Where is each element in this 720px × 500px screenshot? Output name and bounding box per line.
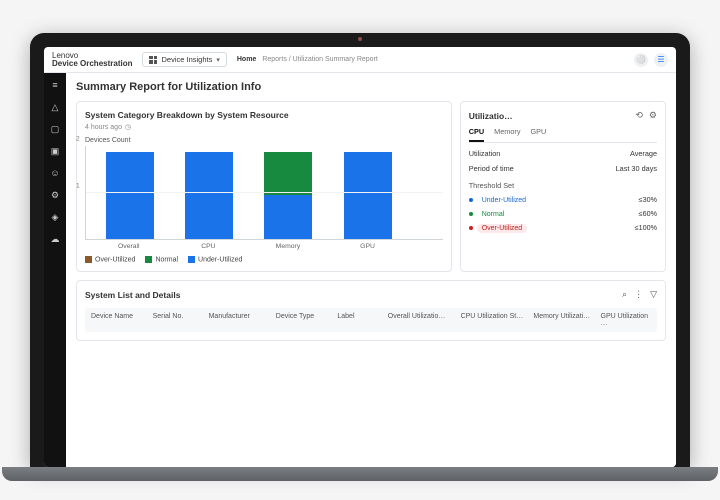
breadcrumb-home[interactable]: Home — [237, 56, 256, 63]
top-bar: Lenovo Device Orchestration Device Insig… — [44, 47, 676, 73]
x-tick: Memory — [248, 243, 328, 250]
chart-panel-title: System Category Breakdown by System Reso… — [85, 110, 443, 120]
filter-icon[interactable]: ▽ — [650, 289, 657, 300]
table-header[interactable]: Overall Utilizatio… — [388, 313, 461, 327]
x-tick: Overall — [89, 243, 169, 250]
monitor-icon[interactable]: ▢ — [49, 123, 61, 135]
chart-panel: System Category Breakdown by System Reso… — [76, 101, 452, 272]
notifications-icon[interactable]: ⚪ — [634, 53, 648, 67]
table-header[interactable]: CPU Utilization St… — [461, 313, 534, 327]
threshold-under-value: ≤30% — [639, 195, 657, 204]
threshold-under-label: Under-Utilized — [477, 196, 531, 205]
table-header[interactable]: Serial No. — [153, 313, 209, 327]
y-axis-label: Devices Count — [85, 137, 443, 144]
system-list-panel: System List and Details ⌕ ⋮ ▽ Device Nam… — [76, 280, 666, 341]
y-tick: 2 — [76, 136, 80, 143]
tab-gpu[interactable]: GPU — [530, 127, 546, 142]
help-icon[interactable]: ☰ — [654, 53, 668, 67]
table-header[interactable]: Memory Utilizati… — [533, 313, 600, 327]
threshold-normal-value: ≤60% — [639, 209, 657, 218]
person-icon[interactable]: ☺ — [49, 167, 61, 179]
utilization-panel-title: Utilizatio… — [469, 111, 513, 121]
threshold-normal-label: Normal — [477, 210, 510, 219]
chart-timestamp: 4 hours ago — [85, 124, 122, 131]
table-header[interactable]: Label — [337, 313, 387, 327]
devices-icon[interactable]: ▣ — [49, 145, 61, 157]
utilization-tabs: CPU Memory GPU — [469, 127, 657, 143]
page-title: Summary Report for Utilization Info — [76, 81, 666, 93]
threshold-title: Threshold Set — [469, 181, 657, 190]
refresh-icon[interactable]: ⟲ — [635, 110, 643, 121]
tab-memory[interactable]: Memory — [494, 127, 520, 142]
shield-icon[interactable]: ◈ — [49, 211, 61, 223]
gear-icon[interactable]: ⚙ — [49, 189, 61, 201]
clock-icon: ◷ — [125, 123, 131, 131]
x-tick: CPU — [169, 243, 249, 250]
alert-icon[interactable]: △ — [49, 101, 61, 113]
y-tick: 1 — [76, 182, 80, 189]
more-icon[interactable]: ⋮ — [634, 289, 643, 300]
tab-cpu[interactable]: CPU — [469, 127, 484, 142]
table-header[interactable]: Device Type — [276, 313, 338, 327]
system-list-title: System List and Details — [85, 290, 180, 300]
cloud-icon[interactable]: ☁ — [49, 233, 61, 245]
kv-label: Period of time — [469, 164, 514, 173]
table-header[interactable]: Device Name — [91, 313, 153, 327]
breadcrumb-path: Reports / Utilization Summary Report — [262, 56, 378, 63]
table-header-row: Device Name Serial No. Manufacturer Devi… — [85, 308, 657, 332]
kv-value: Average — [630, 149, 657, 158]
threshold-over-value: ≤100% — [635, 223, 657, 232]
bar-chart: 1 2 — [85, 146, 443, 240]
chevron-down-icon: ▾ — [216, 56, 220, 64]
table-header[interactable]: GPU Utilization … — [601, 313, 651, 327]
utilization-panel: Utilizatio… ⟲ ⚙ CPU Memory GPU Utilizati… — [460, 101, 666, 272]
menu-icon[interactable]: ≡ — [49, 79, 61, 91]
search-icon[interactable]: ⌕ — [622, 289, 627, 300]
sidebar: ≡ △ ▢ ▣ ☺ ⚙ ◈ ☁ — [44, 73, 66, 467]
module-selector-label: Device Insights — [161, 55, 212, 64]
threshold-over-label: Over-Utilized — [477, 224, 527, 233]
grid-icon — [149, 56, 157, 64]
brand-logo: Lenovo Device Orchestration — [52, 52, 132, 68]
chart-legend: Over-Utilized Normal Under-Utilized — [85, 256, 443, 263]
module-selector[interactable]: Device Insights ▾ — [142, 52, 226, 67]
table-header[interactable]: Manufacturer — [209, 313, 276, 327]
settings-icon[interactable]: ⚙ — [649, 110, 657, 121]
breadcrumb: Home Reports / Utilization Summary Repor… — [237, 56, 378, 63]
kv-value: Last 30 days — [616, 164, 657, 173]
x-tick: GPU — [328, 243, 408, 250]
kv-label: Utilization — [469, 149, 501, 158]
